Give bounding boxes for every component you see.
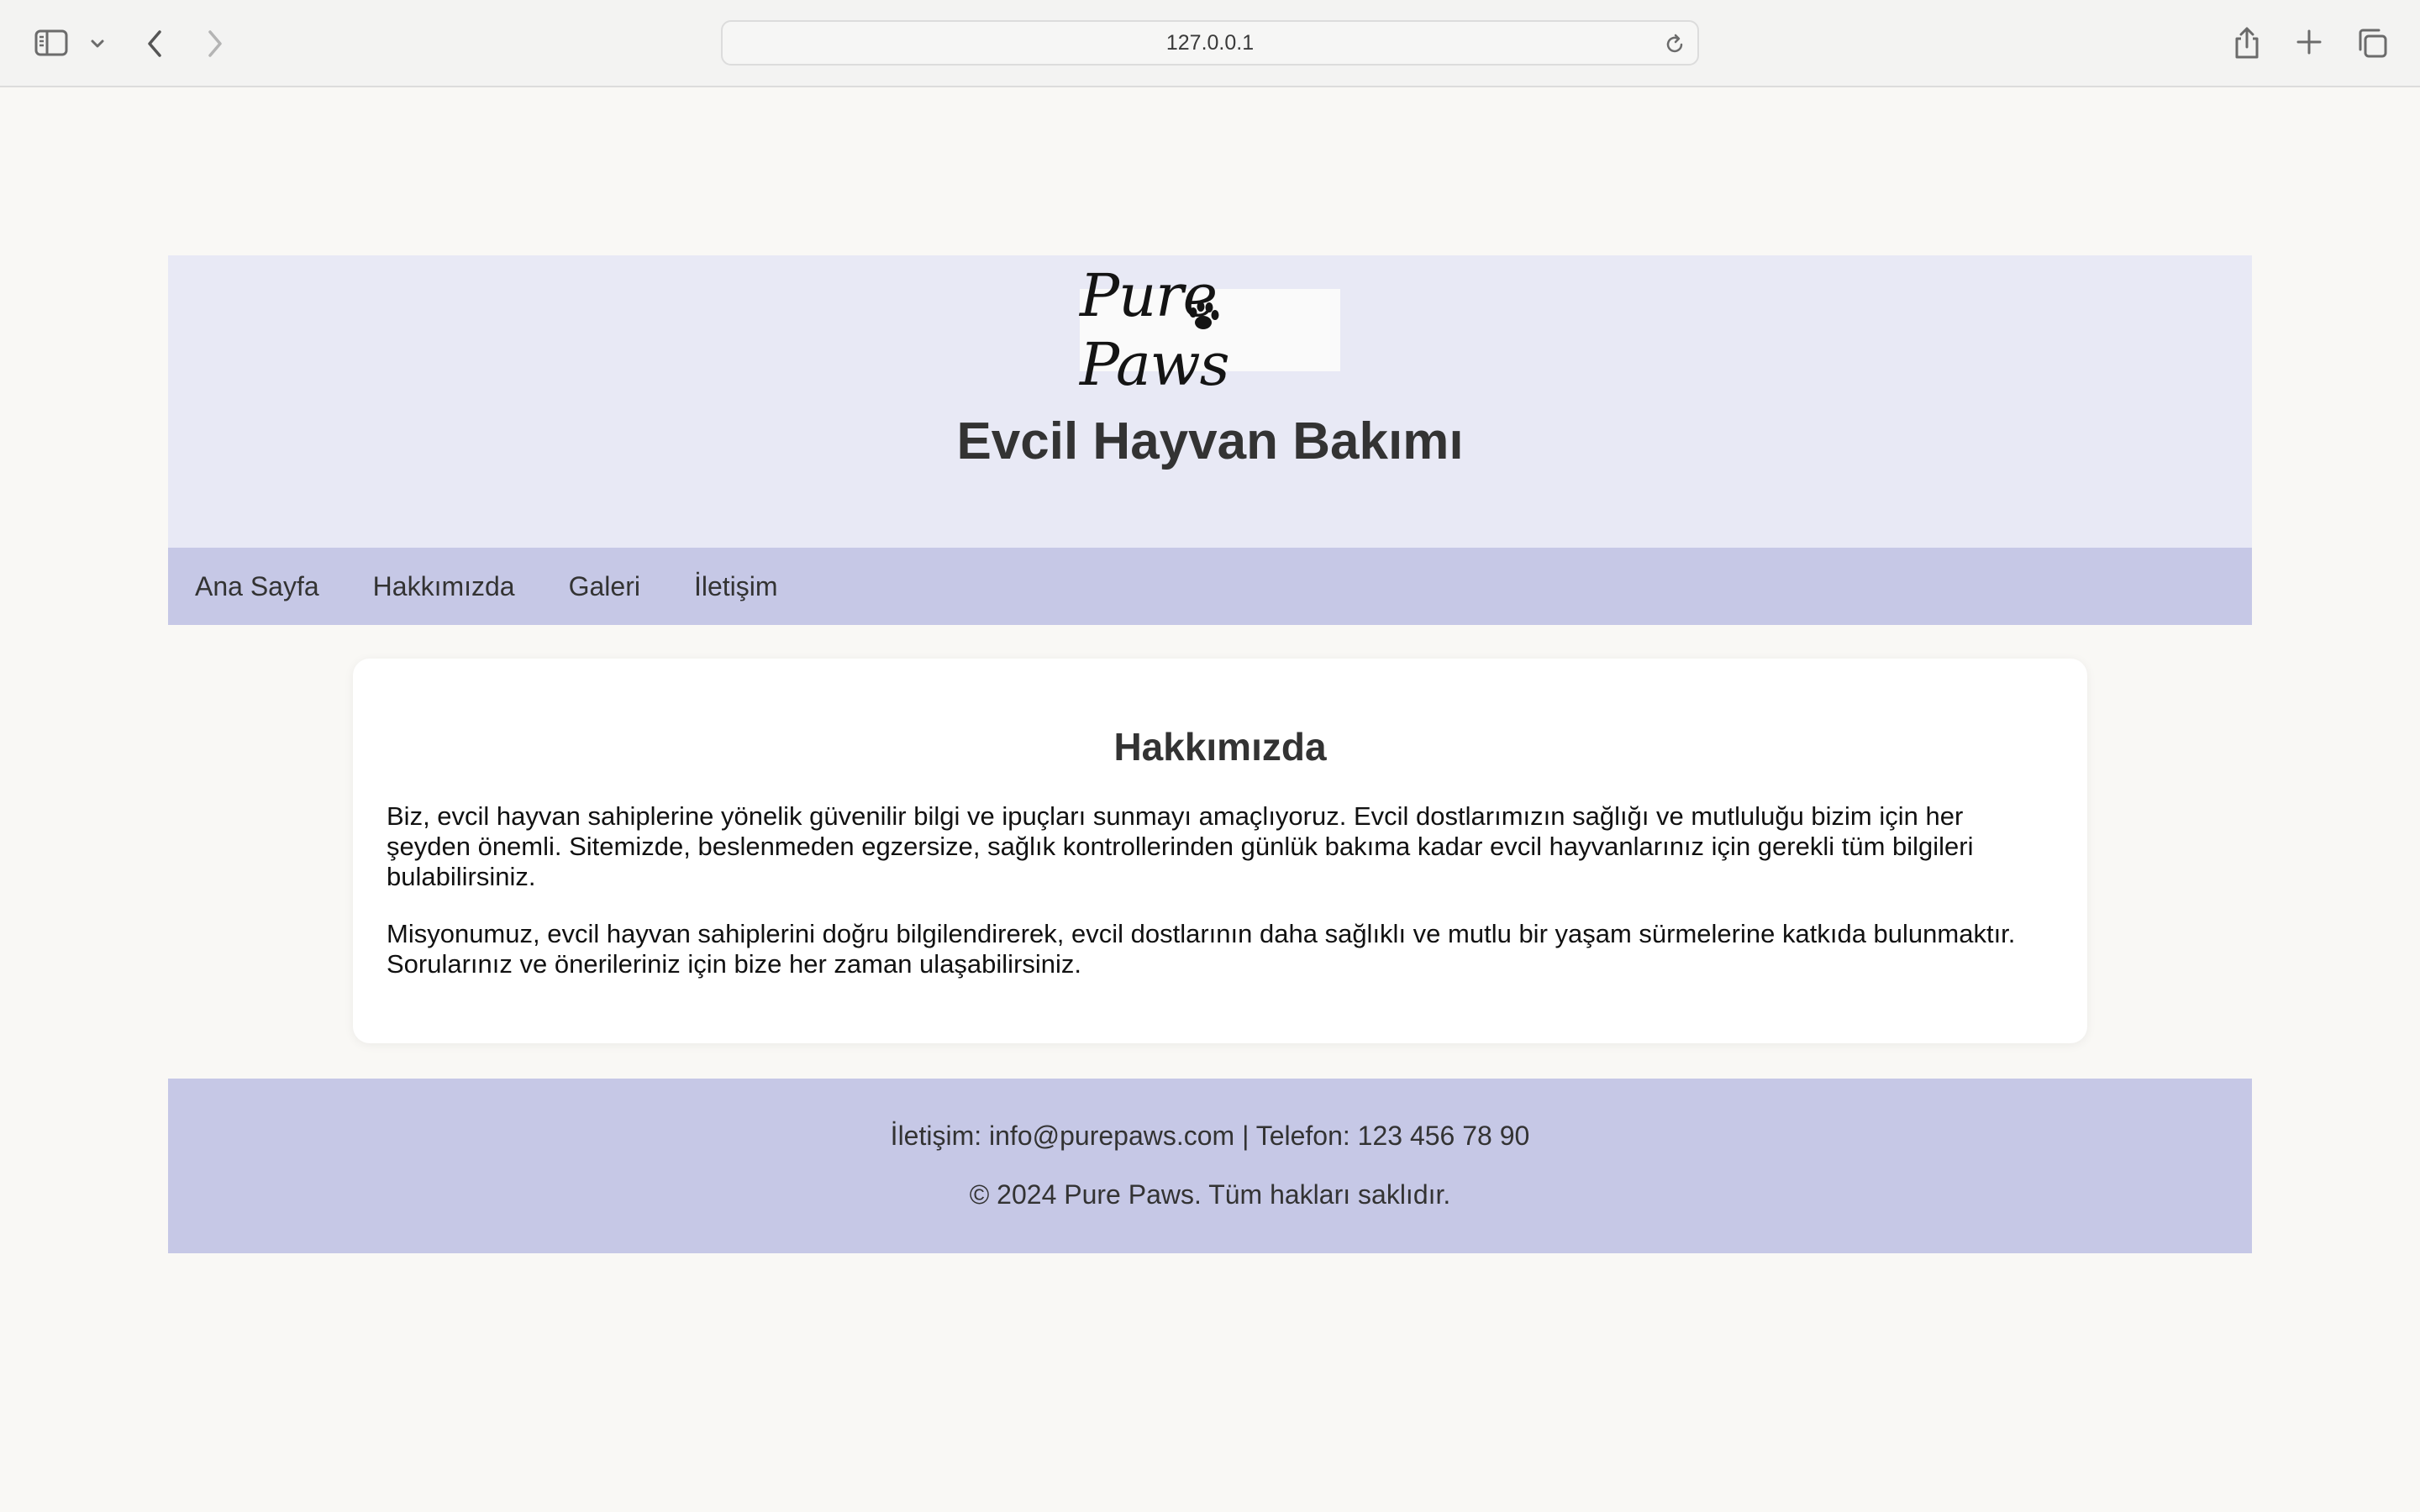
url-text: 127.0.0.1 xyxy=(1165,30,1255,55)
chevron-down-icon[interactable] xyxy=(87,34,108,54)
page-container: Pure Paws Evcil Hayvan Bakımı Ana Sayfa … xyxy=(168,255,2252,1253)
paw-icon xyxy=(1182,296,1224,342)
footer-copyright: © 2024 Pure Paws. Tüm hakları saklıdır. xyxy=(969,1179,1451,1210)
about-section: Hakkımızda Biz, evcil hayvan sahiplerine… xyxy=(353,659,2087,1043)
about-paragraph: Biz, evcil hayvan sahiplerine yönelik gü… xyxy=(387,801,1974,891)
back-icon[interactable] xyxy=(139,27,170,60)
plus-icon[interactable] xyxy=(2294,27,2324,57)
tabs-icon[interactable] xyxy=(2354,25,2390,60)
site-header: Pure Paws Evcil Hayvan Bakımı xyxy=(168,255,2252,548)
section-title: Hakkımızda xyxy=(1113,725,1327,769)
nav-item-gallery[interactable]: Galeri xyxy=(569,571,640,602)
nav-item-home[interactable]: Ana Sayfa xyxy=(195,571,319,602)
address-bar[interactable]: 127.0.0.1 xyxy=(721,20,1699,66)
nav-item-about[interactable]: Hakkımızda xyxy=(373,571,515,602)
logo[interactable]: Pure Paws xyxy=(1080,261,1340,399)
page-title: Evcil Hayvan Bakımı xyxy=(956,412,1464,470)
reload-icon[interactable] xyxy=(1660,30,1689,59)
footer-contact: İletişim: info@purepaws.com | Telefon: 1… xyxy=(890,1121,1530,1151)
mission-paragraph: Misyonumuz, evcil hayvan sahiplerini doğ… xyxy=(387,919,2016,979)
share-icon[interactable] xyxy=(2230,24,2264,62)
nav-item-contact[interactable]: İletişim xyxy=(694,571,778,602)
main-nav: Ana Sayfa Hakkımızda Galeri İletişim xyxy=(168,548,2252,625)
browser-toolbar: 127.0.0.1 xyxy=(0,0,2420,87)
site-footer: İletişim: info@purepaws.com | Telefon: 1… xyxy=(168,1079,2252,1253)
sidebar-icon[interactable] xyxy=(34,29,69,57)
forward-icon[interactable] xyxy=(200,27,230,60)
